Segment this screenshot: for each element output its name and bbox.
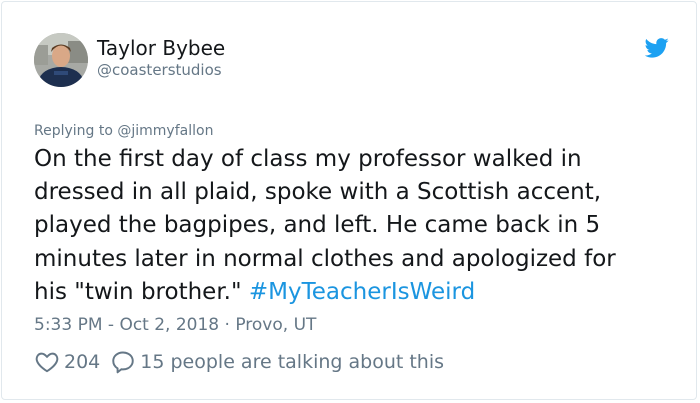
author-handle[interactable]: @coasterstudios (97, 60, 222, 80)
like-count[interactable]: 204 (64, 351, 100, 373)
avatar-image (34, 33, 88, 87)
tweet-actions: 204 15 people are talking about this (34, 347, 444, 377)
tweet-card: Taylor Bybee @coasterstudios Replying to… (1, 1, 697, 400)
tweet-text: On the first day of class my professor w… (34, 143, 674, 309)
tweet-text-line: his "twin brother." (34, 278, 249, 305)
tweet-text-line: dressed in all plaid, spoke with a Scott… (34, 179, 602, 206)
author-display-name[interactable]: Taylor Bybee (97, 35, 225, 61)
speech-bubble-icon[interactable] (110, 349, 136, 375)
hashtag-link[interactable]: #MyTeacherIsWeird (249, 279, 475, 305)
tweet-text-last-line: his "twin brother." #MyTeacherIsWeird (34, 276, 674, 309)
tweet-text-line: minutes later in normal clothes and apol… (34, 245, 616, 272)
twitter-bird-icon[interactable] (645, 38, 669, 58)
tweet-text-line: played the bagpipes, and left. He came b… (34, 212, 601, 239)
heart-icon[interactable] (34, 349, 60, 375)
tweet-text-line: On the first day of class my professor w… (34, 146, 582, 172)
avatar[interactable] (34, 33, 88, 87)
talking-about-this-link[interactable]: 15 people are talking about this (140, 351, 444, 373)
tweet-timestamp-location[interactable]: 5:33 PM - Oct 2, 2018 · Provo, UT (34, 313, 316, 337)
replying-to-label: Replying to @jimmyfallon (34, 123, 214, 139)
